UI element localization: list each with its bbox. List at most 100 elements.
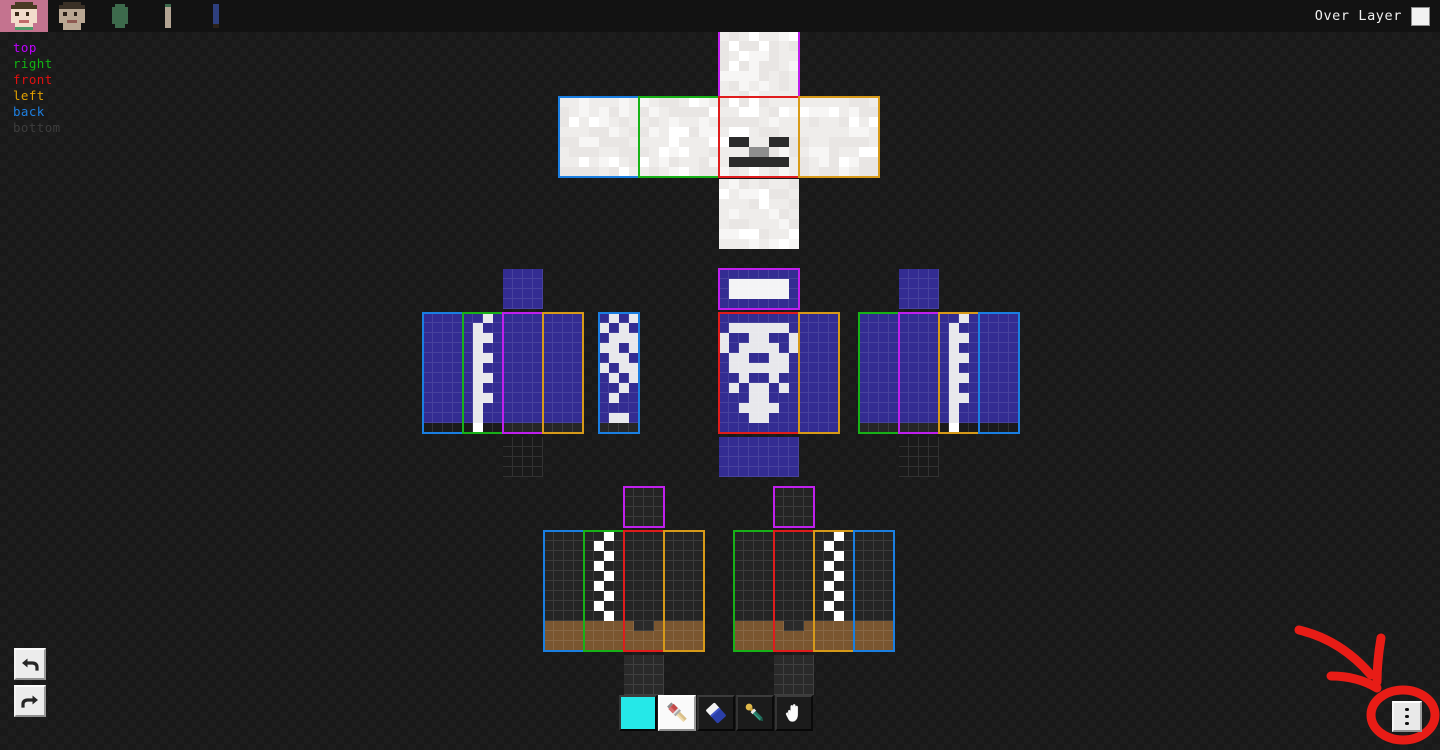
skin-pixel[interactable] — [573, 403, 583, 413]
head-face-right[interactable] — [639, 97, 719, 177]
skin-pixel[interactable] — [819, 403, 829, 413]
skin-pixel[interactable] — [659, 107, 669, 117]
skin-pixel[interactable] — [599, 167, 609, 177]
skin-pixel[interactable] — [483, 383, 493, 393]
skin-pixel[interactable] — [544, 541, 554, 551]
skin-pixel[interactable] — [619, 117, 629, 127]
skin-pixel[interactable] — [463, 313, 473, 323]
skin-pixel[interactable] — [884, 591, 894, 601]
skin-pixel[interactable] — [759, 219, 769, 229]
skin-pixel[interactable] — [959, 363, 969, 373]
skin-pixel[interactable] — [614, 541, 624, 551]
skin-pixel[interactable] — [609, 353, 619, 363]
skin-pixel[interactable] — [919, 279, 929, 289]
skin-pixel[interactable] — [769, 269, 779, 279]
skin-pixel[interactable] — [624, 507, 634, 517]
skin-pixel[interactable] — [809, 423, 819, 433]
skin-pixel[interactable] — [929, 393, 939, 403]
skin-pixel[interactable] — [759, 81, 769, 91]
skin-pixel[interactable] — [829, 403, 839, 413]
skin-pixel[interactable] — [779, 457, 789, 467]
skin-pixel[interactable] — [609, 383, 619, 393]
skin-pixel[interactable] — [739, 209, 749, 219]
skin-pixel[interactable] — [749, 41, 759, 51]
skin-pixel[interactable] — [759, 199, 769, 209]
skin-pixel[interactable] — [453, 403, 463, 413]
skin-pixel[interactable] — [554, 641, 564, 651]
skin-pixel[interactable] — [789, 209, 799, 219]
skin-pixel[interactable] — [834, 591, 844, 601]
skin-pixel[interactable] — [644, 507, 654, 517]
skin-pixel[interactable] — [819, 137, 829, 147]
skin-pixel[interactable] — [719, 147, 729, 157]
skin-pixel[interactable] — [523, 447, 533, 457]
skin-pixel[interactable] — [774, 675, 784, 685]
skin-pixel[interactable] — [564, 571, 574, 581]
skin-pixel[interactable] — [769, 313, 779, 323]
skin-pixel[interactable] — [959, 373, 969, 383]
skin-pixel[interactable] — [729, 157, 739, 167]
skin-pixel[interactable] — [829, 363, 839, 373]
skin-pixel[interactable] — [654, 611, 664, 621]
skin-pixel[interactable] — [684, 551, 694, 561]
skin-pixel[interactable] — [784, 497, 794, 507]
skin-pixel[interactable] — [719, 323, 729, 333]
skin-pixel[interactable] — [979, 383, 989, 393]
skin-pixel[interactable] — [799, 413, 809, 423]
skin-pixel[interactable] — [844, 561, 854, 571]
right-leg-face-top[interactable] — [774, 487, 814, 527]
skin-pixel[interactable] — [759, 437, 769, 447]
skin-pixel[interactable] — [634, 581, 644, 591]
skin-pixel[interactable] — [804, 541, 814, 551]
skin-pixel[interactable] — [999, 363, 1009, 373]
skin-pixel[interactable] — [739, 423, 749, 433]
skin-pixel[interactable] — [694, 641, 704, 651]
skin-pixel[interactable] — [909, 467, 919, 477]
skin-pixel[interactable] — [949, 413, 959, 423]
skin-pixel[interactable] — [749, 179, 759, 189]
left-leg-face-top[interactable] — [624, 487, 664, 527]
skin-pixel[interactable] — [433, 383, 443, 393]
left-leg-face-right[interactable] — [584, 531, 624, 651]
skin-pixel[interactable] — [769, 31, 779, 41]
skin-pixel[interactable] — [729, 383, 739, 393]
skin-pixel[interactable] — [749, 189, 759, 199]
skin-pixel[interactable] — [699, 107, 709, 117]
skin-pixel[interactable] — [719, 457, 729, 467]
skin-pixel[interactable] — [794, 581, 804, 591]
skin-pixel[interactable] — [564, 561, 574, 571]
skin-pixel[interactable] — [779, 81, 789, 91]
skin-pixel[interactable] — [563, 393, 573, 403]
skin-pixel[interactable] — [513, 289, 523, 299]
skin-pixel[interactable] — [804, 581, 814, 591]
skin-pixel[interactable] — [739, 289, 749, 299]
skin-pixel[interactable] — [483, 323, 493, 333]
skin-pixel[interactable] — [819, 147, 829, 157]
skin-pixel[interactable] — [463, 383, 473, 393]
skin-pixel[interactable] — [884, 601, 894, 611]
skin-pixel[interactable] — [829, 157, 839, 167]
skin-pixel[interactable] — [639, 117, 649, 127]
skin-pixel[interactable] — [609, 157, 619, 167]
skin-pixel[interactable] — [599, 107, 609, 117]
skin-pixel[interactable] — [819, 353, 829, 363]
skin-pixel[interactable] — [523, 393, 533, 403]
skin-pixel[interactable] — [503, 343, 513, 353]
skin-pixel[interactable] — [779, 219, 789, 229]
skin-pixel[interactable] — [594, 641, 604, 651]
skin-pixel[interactable] — [669, 137, 679, 147]
skin-pixel[interactable] — [533, 353, 543, 363]
skin-pixel[interactable] — [634, 631, 644, 641]
skin-pixel[interactable] — [503, 383, 513, 393]
skin-pixel[interactable] — [774, 507, 784, 517]
skin-pixel[interactable] — [644, 517, 654, 527]
skin-pixel[interactable] — [769, 229, 779, 239]
skin-pixel[interactable] — [629, 117, 639, 127]
skin-pixel[interactable] — [523, 437, 533, 447]
skin-pixel[interactable] — [929, 467, 939, 477]
skin-pixel[interactable] — [644, 571, 654, 581]
skin-pixel[interactable] — [769, 279, 779, 289]
skin-pixel[interactable] — [804, 591, 814, 601]
left-leg-face-left[interactable] — [664, 531, 704, 651]
skin-pixel[interactable] — [779, 373, 789, 383]
